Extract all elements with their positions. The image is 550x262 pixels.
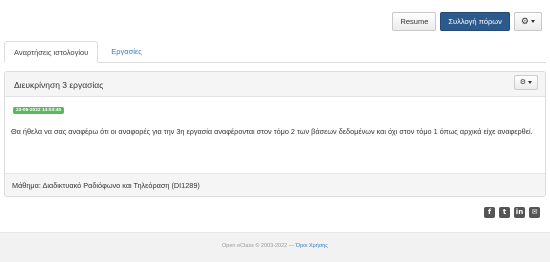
tab-blog-posts[interactable]: Αναρτήσεις ιστολογίου <box>4 41 99 63</box>
blog-post-panel: Διευκρίνηση 3 εργασίας ⚙ 23-05-2022 14:0… <box>4 71 546 197</box>
course-info: Μάθημα: Διαδικτυακό Ραδιόφωνο και Τηλεόρ… <box>12 181 200 190</box>
twitter-icon[interactable]: t <box>499 207 510 218</box>
copyright-text: Open eClass © 2003-2022 — <box>222 243 296 249</box>
post-options-button[interactable]: ⚙ <box>513 75 538 90</box>
tab-assignments[interactable]: Εργασίες <box>102 41 151 63</box>
top-toolbar: Resume Συλλογή πόρων ⚙ <box>392 12 542 31</box>
social-share: f t in ✉ <box>484 207 540 218</box>
terms-link[interactable]: Όροι Χρήσης <box>296 243 328 249</box>
gears-icon: ⚙ <box>520 16 529 26</box>
panel-footer: Μάθημα: Διαδικτυακό Ραδιόφωνο και Τηλεόρ… <box>5 173 545 196</box>
linkedin-icon[interactable]: in <box>514 207 525 218</box>
caret-down-icon <box>531 20 535 23</box>
facebook-icon[interactable]: f <box>484 207 495 218</box>
gears-icon: ⚙ <box>519 79 526 86</box>
panel-header: Διευκρίνηση 3 εργασίας ⚙ <box>5 72 545 97</box>
page-footer: Open eClass © 2003-2022 — Όροι Χρήσης <box>0 232 550 262</box>
post-title: Διευκρίνηση 3 εργασίας <box>14 80 104 90</box>
collect-resources-button[interactable]: Συλλογή πόρων <box>440 12 510 31</box>
timestamp-badge: 23-05-2022 14:03:45 <box>13 107 65 114</box>
settings-dropdown-button[interactable]: ⚙ <box>513 12 542 31</box>
caret-down-icon <box>528 81 532 84</box>
resume-button[interactable]: Resume <box>392 12 437 31</box>
email-icon[interactable]: ✉ <box>529 207 540 218</box>
post-message: Θα ήθελα να σας αναφέρω ότι οι αναφορές … <box>11 127 533 136</box>
panel-body: 23-05-2022 14:03:45 Θα ήθελα να σας αναφ… <box>5 97 545 173</box>
tab-bar: Αναρτήσεις ιστολογίου Εργασίες <box>4 41 546 63</box>
